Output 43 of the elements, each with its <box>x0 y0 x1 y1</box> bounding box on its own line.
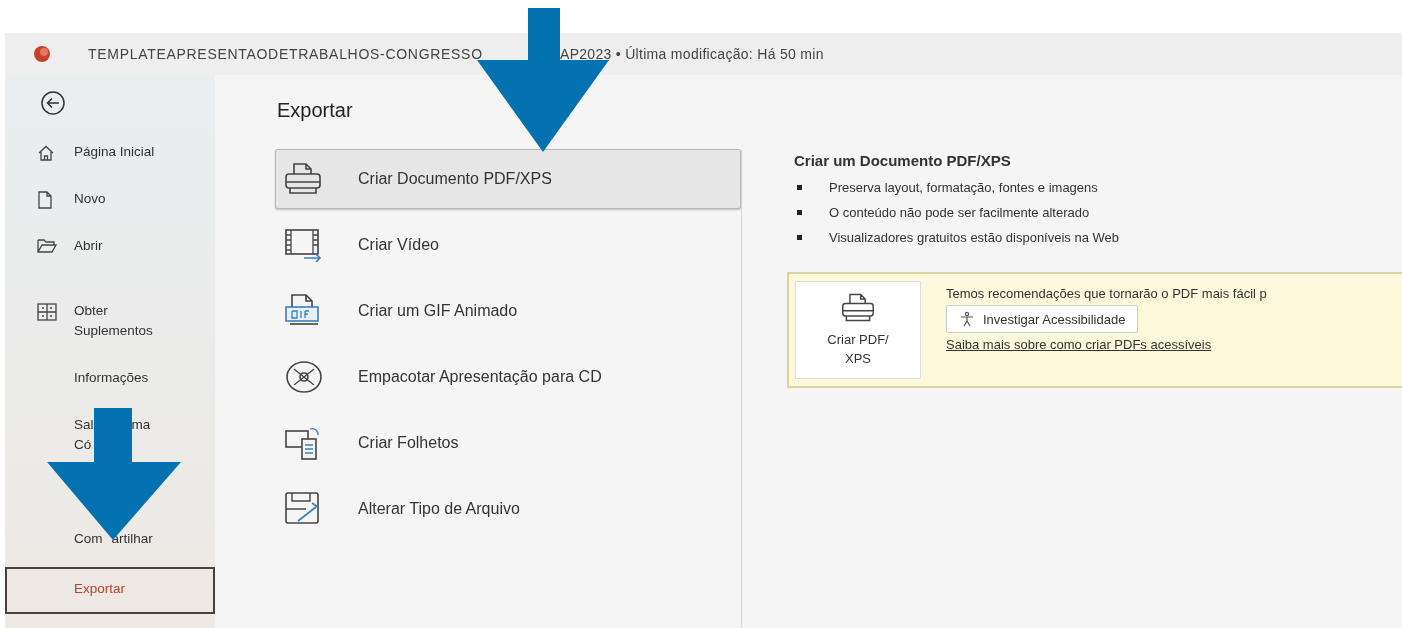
export-option[interactable]: Criar Documento PDF/XPS <box>275 149 741 209</box>
learn-more-link[interactable]: Saiba mais sobre como criar PDFs acessíveis <box>946 337 1212 352</box>
bullet-icon <box>797 210 802 215</box>
section-title: Criar um Documento PDF/XPS <box>794 152 1012 169</box>
accessibility-icon <box>959 311 975 327</box>
sidebar-item-label[interactable]: Suplementos <box>74 323 153 338</box>
bullet-text: Preserva layout, formatação, fontes e imagens <box>829 180 1098 195</box>
bullet-icon <box>797 185 802 190</box>
recommendation-text: Temos recomendações que tornarão o PDF mais fácil p <box>946 286 1267 301</box>
printer-icon <box>841 292 875 324</box>
home-icon <box>37 144 55 162</box>
sidebar-item-label[interactable]: Página Inicial <box>74 144 155 159</box>
bullet-icon <box>797 235 802 240</box>
sidebar-item[interactable]: Exportar <box>5 567 215 614</box>
window-title: AP2023 • Última modificação: Há 50 min <box>560 46 824 62</box>
document-icon <box>37 191 53 209</box>
app-logo-icon <box>33 45 51 63</box>
back-icon[interactable] <box>40 90 66 116</box>
export-option[interactable]: Alterar Tipo de Arquivo <box>275 479 741 539</box>
export-option[interactable]: Criar um GIF Animado <box>275 281 741 341</box>
video-icon <box>284 228 324 262</box>
sidebar-item-label[interactable]: Sal <box>74 417 94 432</box>
window-title: TEMPLATEAPRESENTAODETRABALHOS-CONGRESSO <box>88 46 484 62</box>
grid-icon <box>37 303 57 321</box>
sidebar-item-label[interactable]: Obter <box>74 303 108 318</box>
bullet-text: O conteúdo não pode ser facilmente alterado <box>829 205 1090 220</box>
sidebar-item-label[interactable]: Novo <box>74 191 106 206</box>
sidebar-item-label[interactable]: ma <box>131 417 151 432</box>
printer-icon <box>284 162 322 196</box>
folder-icon <box>37 238 57 254</box>
sidebar-item-label[interactable]: Informações <box>74 370 149 385</box>
sidebar-item-label[interactable]: Có <box>74 437 92 452</box>
sidebar-item-label[interactable]: Com <box>74 531 103 546</box>
check-accessibility-button[interactable]: Investigar Acessibilidade <box>946 305 1139 333</box>
export-option[interactable]: Criar Vídeo <box>275 215 741 275</box>
sidebar-item-label[interactable]: Abrir <box>74 238 103 253</box>
export-option[interactable]: Criar Folhetos <box>275 413 741 473</box>
bullet-text: Visualizadores gratuitos estão disponíveis na Web <box>829 230 1120 245</box>
cd-icon <box>284 359 324 395</box>
sidebar-item-label[interactable]: artilhar <box>111 531 153 546</box>
page-heading: Exportar <box>277 99 354 122</box>
export-option[interactable]: Empacotar Apresentação para CD <box>275 347 741 407</box>
create-pdf-button[interactable]: Criar PDF/ XPS <box>795 281 921 379</box>
